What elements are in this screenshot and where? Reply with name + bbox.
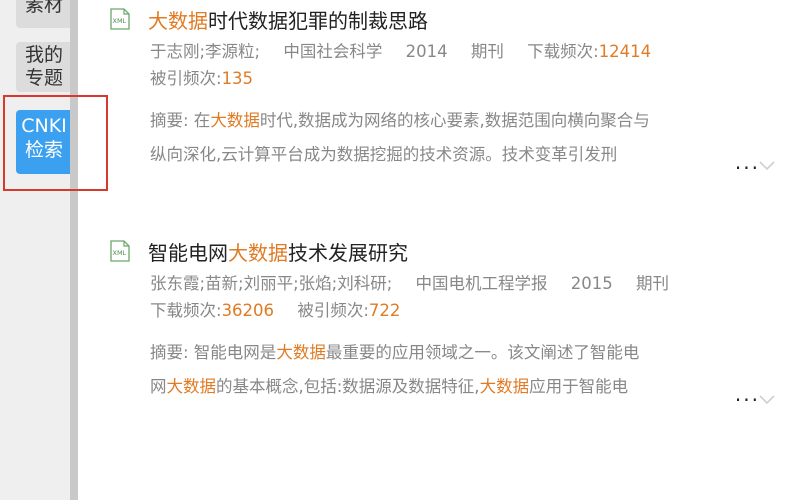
- sidebar-tab-cnki-search[interactable]: CNKI 检索: [16, 110, 72, 174]
- sidebar-tab-label: 检索: [24, 139, 63, 161]
- title-text: 技术发展研究: [288, 240, 408, 265]
- xml-file-icon: XML: [108, 240, 132, 262]
- sidebar-tab-my-topics[interactable]: 我的 专题: [16, 42, 72, 92]
- cited-label: 被引频次:: [150, 69, 222, 88]
- abstract-keyword: 大数据: [479, 377, 530, 396]
- sidebar: 素材 我的 专题 CNKI 检索: [0, 0, 78, 500]
- result-journal[interactable]: 中国电机工程学报: [416, 274, 548, 293]
- abstract-text: 应用于智能电: [529, 377, 629, 396]
- abstract-text: 的基本概念,包括:数据源及数据特征,: [216, 377, 480, 396]
- result-item: XML 智能电网大数据技术发展研究 张东霞;苗新;刘丽平;张焰;刘科研; 中国电…: [108, 232, 788, 404]
- result-year: 2014: [405, 42, 448, 61]
- abstract-text: 时代,数据成为网络的核心要素,数据范围向横向聚合与: [259, 111, 650, 130]
- result-year: 2015: [570, 274, 613, 293]
- abstract-text: 纵向深化,云计算平台成为数据挖掘的技术资源。技术变革引发刑: [150, 145, 618, 164]
- more-button[interactable]: ...: [735, 152, 760, 172]
- result-meta: 张东霞;苗新;刘丽平;张焰;刘科研; 中国电机工程学报 2015 期刊 下载频次…: [150, 270, 788, 324]
- abstract-line: 纵向深化,云计算平台成为数据挖掘的技术资源。技术变革引发刑: [150, 138, 740, 172]
- chevron-down-icon[interactable]: [758, 390, 776, 408]
- title-keyword: 大数据: [228, 240, 288, 265]
- abstract-text: 摘要: 智能电网是: [150, 343, 277, 362]
- abstract-keyword: 大数据: [166, 377, 217, 396]
- more-button[interactable]: ...: [735, 384, 760, 404]
- xml-file-icon: XML: [108, 8, 132, 30]
- cited-label: 被引频次:: [297, 301, 369, 320]
- sidebar-tab-label: 素材: [24, 0, 63, 16]
- abstract-line: 摘要: 智能电网是大数据最重要的应用领域之一。该文阐述了智能电: [150, 336, 740, 370]
- chevron-down-icon[interactable]: [758, 156, 776, 174]
- result-title-link[interactable]: 智能电网大数据技术发展研究: [148, 237, 408, 266]
- sidebar-tab-materials[interactable]: 素材: [16, 0, 72, 28]
- downloads-count: 36206: [221, 301, 275, 320]
- title-text: 时代数据犯罪的制裁思路: [208, 8, 428, 33]
- result-authors[interactable]: 于志刚;李源粒;: [150, 42, 260, 61]
- downloads-label: 下载频次:: [150, 301, 222, 320]
- cited-count: 722: [368, 301, 401, 320]
- result-item: XML 大数据时代数据犯罪的制裁思路 于志刚;李源粒; 中国社会科学 2014 …: [108, 0, 788, 172]
- abstract-keyword: 大数据: [276, 343, 326, 362]
- result-type: 期刊: [636, 274, 670, 293]
- abstract-text: 网: [150, 377, 167, 396]
- result-title-link[interactable]: 大数据时代数据犯罪的制裁思路: [148, 5, 428, 34]
- sidebar-tab-label: 专题: [24, 67, 63, 89]
- result-type: 期刊: [470, 42, 504, 61]
- sidebar-tab-label: 我的: [24, 44, 63, 66]
- result-abstract: 摘要: 在大数据时代,数据成为网络的核心要素,数据范围向横向聚合与 纵向深化,云…: [150, 104, 758, 172]
- title-text: 智能电网: [148, 240, 228, 265]
- sidebar-scroll-strip: [70, 0, 78, 500]
- abstract-line: 网大数据的基本概念,包括:数据源及数据特征,大数据应用于智能电: [150, 370, 740, 404]
- title-keyword: 大数据: [148, 8, 208, 33]
- cited-count: 135: [221, 69, 254, 88]
- result-authors[interactable]: 张东霞;苗新;刘丽平;张焰;刘科研;: [150, 274, 392, 293]
- svg-text:XML: XML: [113, 17, 127, 25]
- abstract-keyword: 大数据: [210, 111, 260, 130]
- abstract-text: 摘要: 在: [150, 111, 211, 130]
- result-meta: 于志刚;李源粒; 中国社会科学 2014 期刊 下载频次:12414 被引频次:…: [150, 38, 788, 92]
- downloads-count: 12414: [598, 42, 652, 61]
- svg-text:XML: XML: [113, 249, 127, 257]
- downloads-label: 下载频次:: [527, 42, 599, 61]
- sidebar-tab-label: CNKI: [21, 115, 67, 137]
- abstract-text: 最重要的应用领域之一。该文阐述了智能电: [325, 343, 640, 362]
- result-abstract: 摘要: 智能电网是大数据最重要的应用领域之一。该文阐述了智能电 网大数据的基本概…: [150, 336, 758, 404]
- result-journal[interactable]: 中国社会科学: [283, 42, 382, 61]
- abstract-line: 摘要: 在大数据时代,数据成为网络的核心要素,数据范围向横向聚合与: [150, 104, 740, 138]
